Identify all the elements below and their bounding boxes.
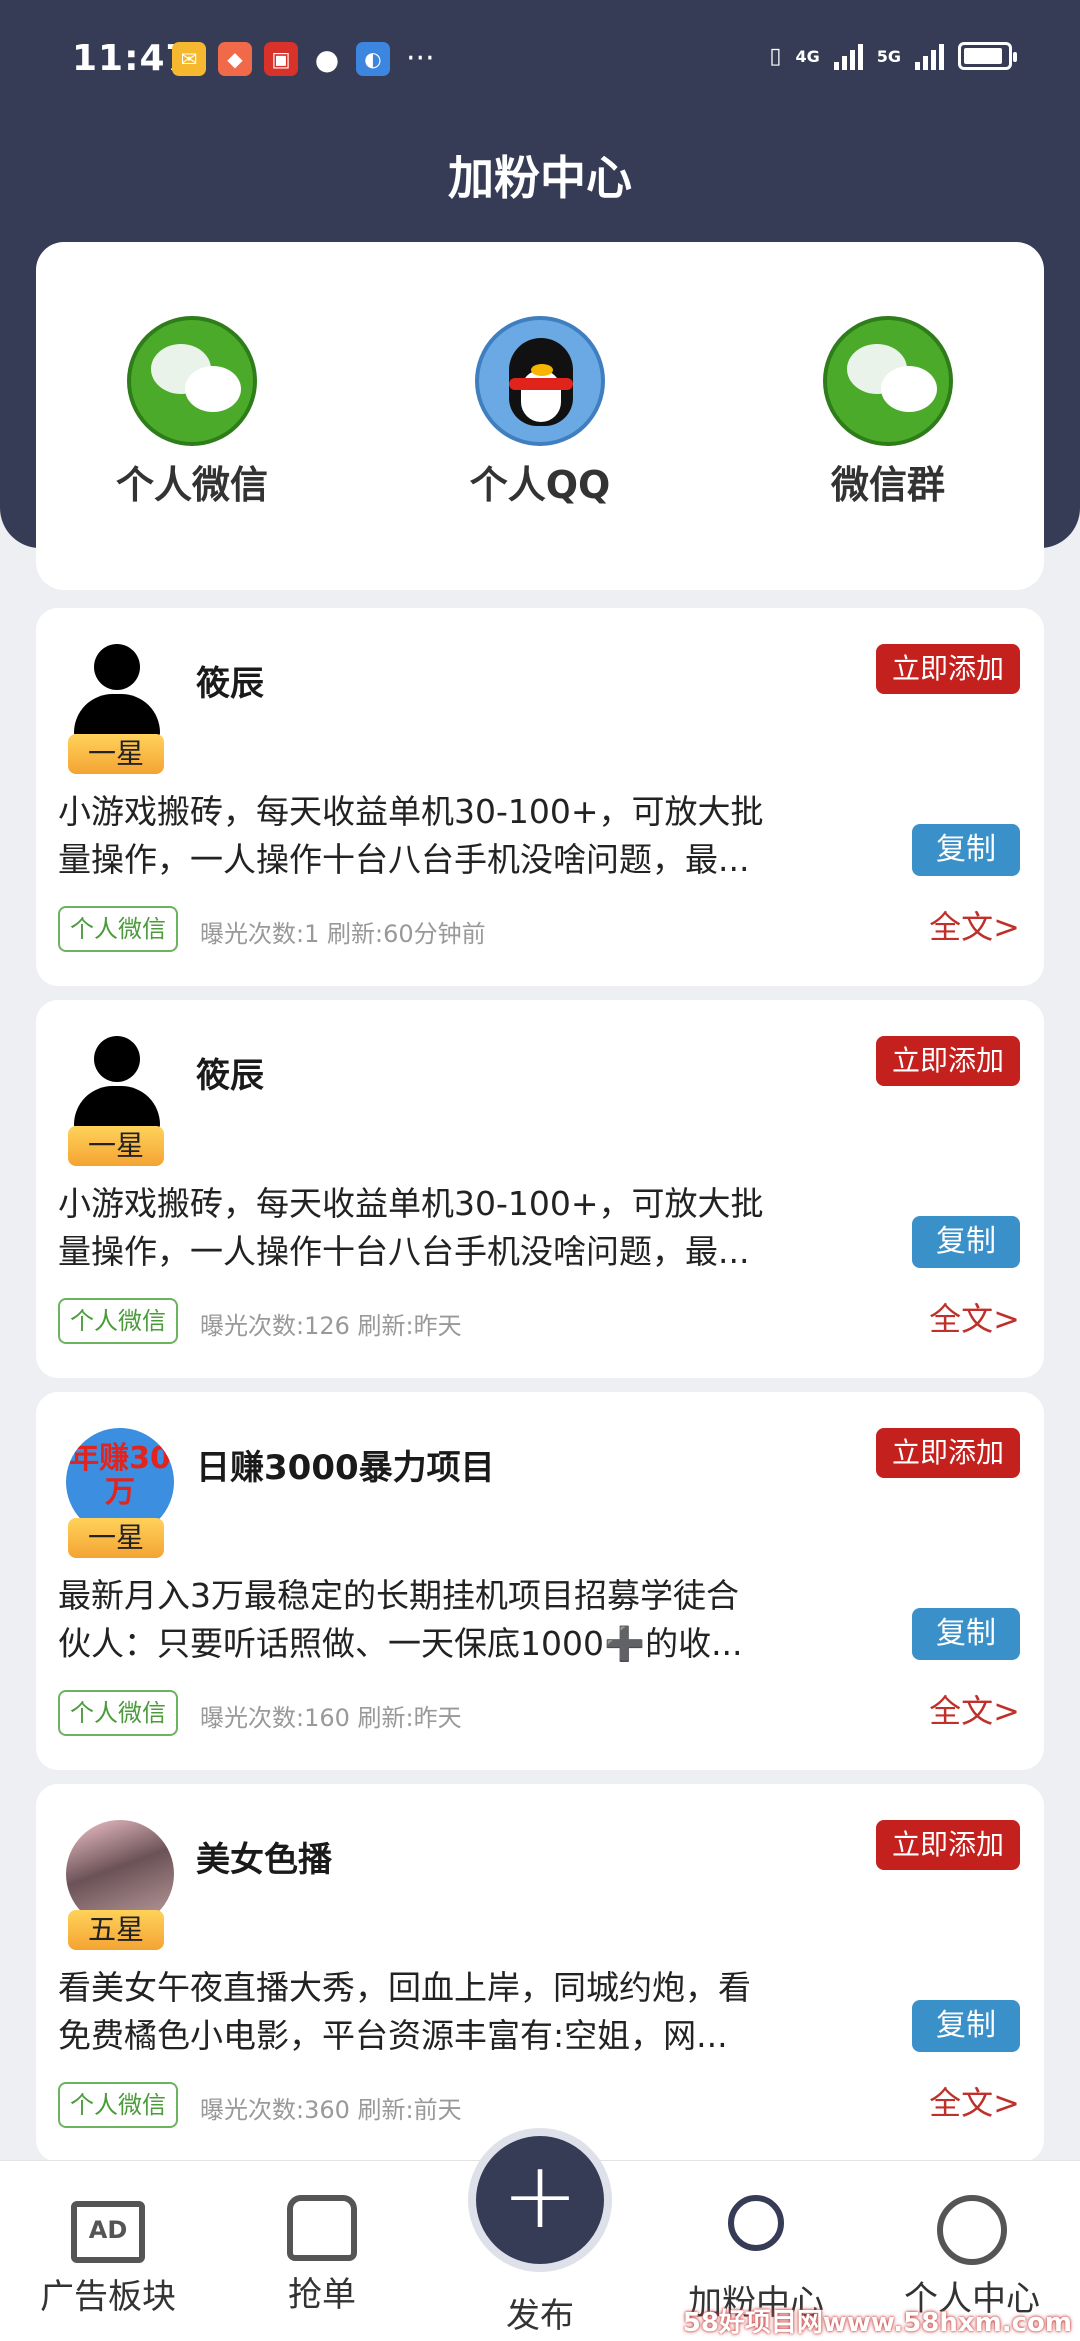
watermark-text: 58好项目网www.58hxm.com [682,2308,1072,2338]
post-name: 日赚3000暴力项目 [196,1448,495,1488]
post-content-line: 小游戏搬砖，每天收益单机30-100+，可放大批 [58,1184,764,1223]
type-tag: 个人微信 [58,1298,178,1344]
person-heart-icon [728,2195,784,2251]
post-meta: 曝光次数:160 刷新:昨天 [200,1704,462,1732]
wechat-notification-icon: ● [314,42,340,76]
signal-bars-icon [915,42,944,70]
avatar[interactable]: 年赚30万 一星 [58,1428,174,1558]
post-meta: 曝光次数:360 刷新:前天 [200,2096,462,2124]
add-now-button[interactable]: 立即添加 [876,1036,1020,1086]
category-personal-wechat[interactable]: 个人微信 [72,316,312,509]
category-label: 个人微信 [115,463,268,507]
copy-button[interactable]: 复制 [912,2000,1020,2052]
profile-icon [937,2195,1007,2265]
level-badge: 五星 [68,1910,164,1950]
level-badge: 一星 [68,734,164,774]
more-notifications-icon: ··· [406,41,435,76]
avatar[interactable]: 五星 [58,1820,174,1950]
type-tag: 个人微信 [58,1690,178,1736]
notification-icons: ✉ ◆ ▣ ● ◐ ··· [172,42,435,76]
post-content-line: 量操作，一人操作十台八台手机没啥问题，最... [58,840,750,879]
add-now-button[interactable]: 立即添加 [876,1428,1020,1478]
level-badge: 一星 [68,1518,164,1558]
page-title: 加粉中心 [448,151,632,205]
post-content-line: 量操作，一人操作十台八台手机没啥问题，最... [58,1232,750,1271]
post-content: 小游戏搬砖，每天收益单机30-100+，可放大批 量操作，一人操作十台八台手机没… [58,788,878,884]
tab-ad-section[interactable]: AD 广告板块 [18,2195,198,2318]
status-indicators: ▯ 4G 5G [769,42,1017,70]
tab-label: 抢单 [288,2275,356,2315]
avatar[interactable]: 一星 [58,1036,168,1166]
signal-5g-label: 5G [876,46,901,66]
post-card: 一星 筱辰 立即添加 小游戏搬砖，每天收益单机30-100+，可放大批 量操作，… [36,608,1044,986]
battery-icon [958,42,1017,70]
qq-icon [475,316,605,446]
publish-button[interactable]: + [468,2128,612,2272]
category-label: 微信群 [830,463,945,507]
post-card: 五星 美女色播 立即添加 看美女午夜直播大秀，回血上岸，同城约炮，看 免费橘色小… [36,1784,1044,2162]
grab-order-icon [287,2195,357,2261]
post-content-line: 小游戏搬砖，每天收益单机30-100+，可放大批 [58,792,764,831]
type-tag: 个人微信 [58,906,178,952]
default-avatar-icon [74,644,160,744]
status-bar: 11:47 ✉ ◆ ▣ ● ◐ ··· ▯ 4G 5G [0,0,1080,120]
add-now-button[interactable]: 立即添加 [876,644,1020,694]
default-avatar-icon [74,1036,160,1136]
post-name: 美女色播 [196,1840,332,1880]
post-content-line: 伙人：只要听话照做、一天保底1000➕的收... [58,1624,743,1663]
copy-button[interactable]: 复制 [912,1216,1020,1268]
post-content: 看美女午夜直播大秀，回血上岸，同城约炮，看 免费橘色小电影，平台资源丰富有:空姐… [58,1964,878,2060]
category-card: 个人微信 个人QQ 微信群 [36,242,1044,590]
wechat-icon [127,316,257,446]
browser-notification-icon: ◐ [356,42,390,76]
full-text-link[interactable]: 全文> [929,2078,1020,2124]
app-notification-icon: ◆ [218,42,252,76]
category-label: 个人QQ [469,463,611,507]
promo-avatar-text: 年赚30万 [69,1441,171,1510]
post-meta: 曝光次数:1 刷新:60分钟前 [200,920,486,948]
tab-label: 广告板块 [40,2277,176,2317]
mail-notification-icon: ✉ [172,42,206,76]
post-card: 年赚30万 一星 日赚3000暴力项目 立即添加 最新月入3万最稳定的长期挂机项… [36,1392,1044,1770]
post-content: 最新月入3万最稳定的长期挂机项目招募学徒合 伙人：只要听话照做、一天保底1000… [58,1572,878,1668]
post-content-line: 看美女午夜直播大秀，回血上岸，同城约炮，看 [58,1968,751,2007]
category-wechat-group[interactable]: 微信群 [768,316,1008,509]
full-text-link[interactable]: 全文> [929,1294,1020,1340]
full-text-link[interactable]: 全文> [929,902,1020,948]
post-content-line: 免费橘色小电影，平台资源丰富有:空姐，网... [58,2016,728,2055]
post-meta: 曝光次数:126 刷新:昨天 [200,1312,462,1340]
post-content: 小游戏搬砖，每天收益单机30-100+，可放大批 量操作，一人操作十台八台手机没… [58,1180,878,1276]
post-name: 筱辰 [196,1056,264,1096]
category-personal-qq[interactable]: 个人QQ [420,316,660,509]
avatar[interactable]: 一星 [58,644,168,774]
signal-bars-icon [833,42,863,70]
type-tag: 个人微信 [58,2082,178,2128]
bank-notification-icon: ▣ [264,42,298,76]
full-text-link[interactable]: 全文> [929,1686,1020,1732]
copy-button[interactable]: 复制 [912,824,1020,876]
publish-label: 发布 [506,2296,574,2336]
post-content-line: 最新月入3万最稳定的长期挂机项目招募学徒合 [58,1576,739,1615]
level-badge: 一星 [68,1126,164,1166]
post-card: 一星 筱辰 立即添加 小游戏搬砖，每天收益单机30-100+，可放大批 量操作，… [36,1000,1044,1378]
signal-4g-label: 4G [795,46,820,66]
tab-grab-order[interactable]: 抢单 [232,2195,412,2316]
post-name: 筱辰 [196,664,264,704]
add-now-button[interactable]: 立即添加 [876,1820,1020,1870]
wechat-group-icon [823,316,953,446]
ad-icon: AD [71,2201,145,2263]
vibrate-icon: ▯ [769,43,782,69]
copy-button[interactable]: 复制 [912,1608,1020,1660]
